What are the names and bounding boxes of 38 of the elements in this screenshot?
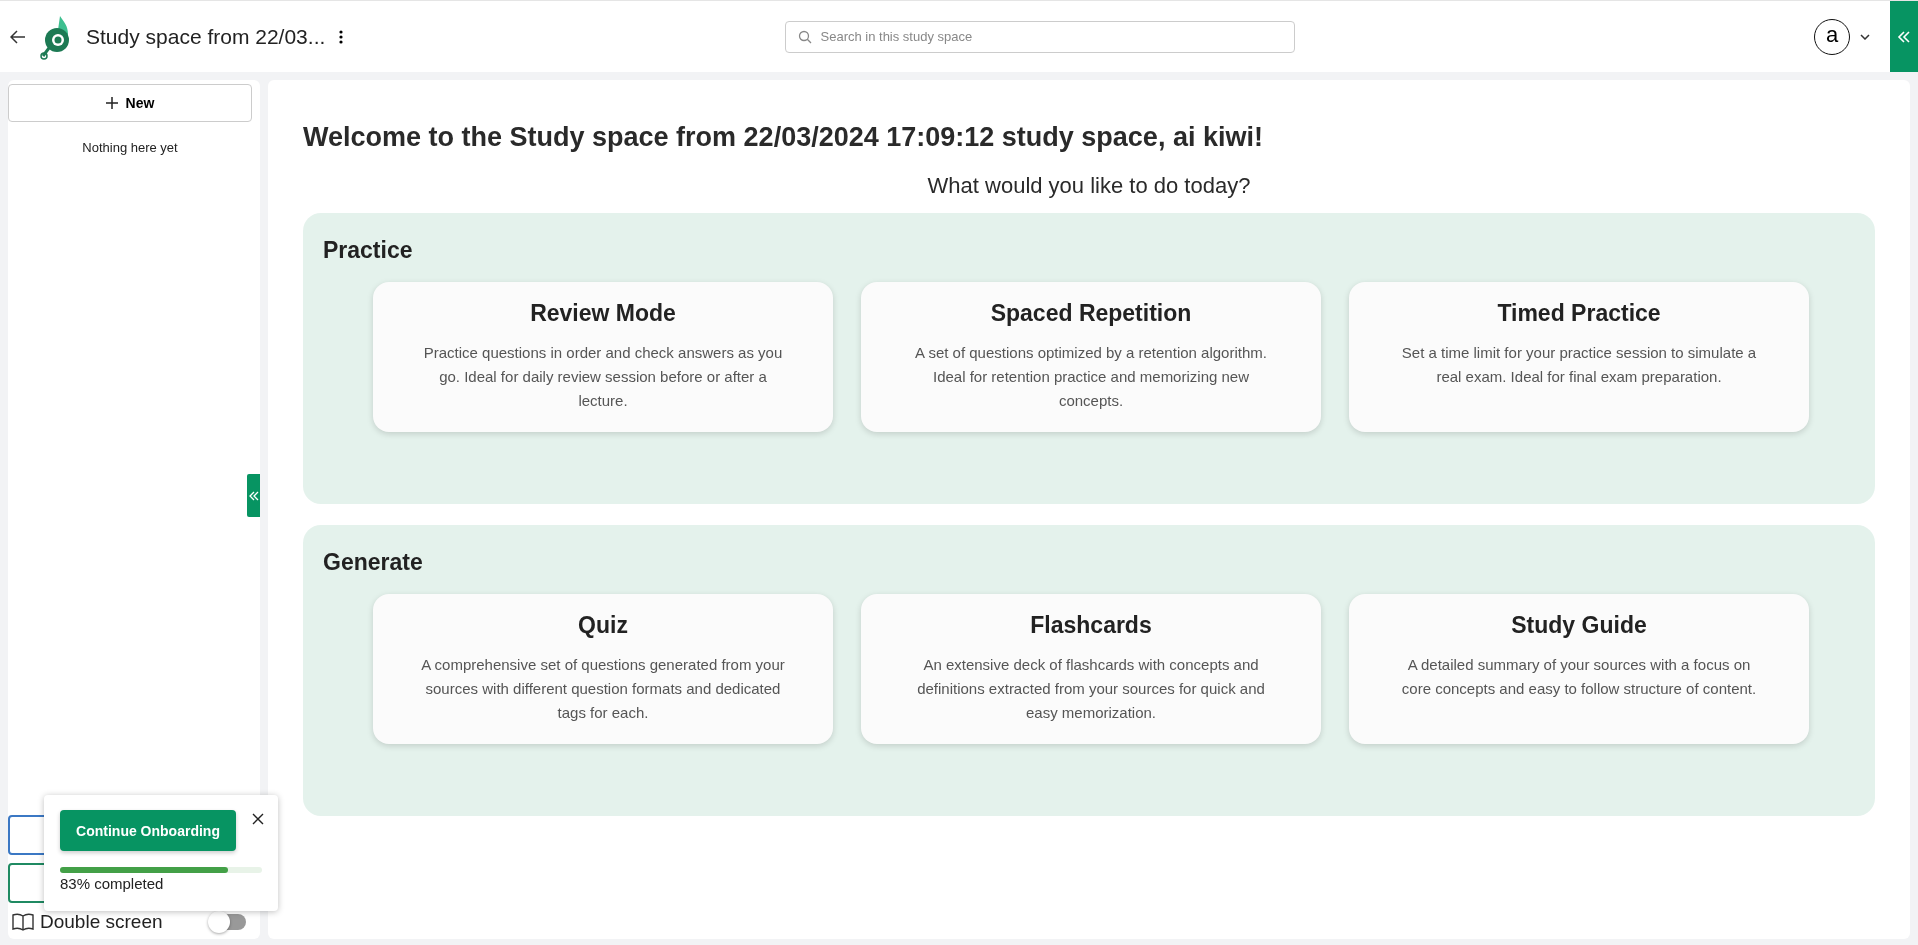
card-description: A set of questions optimized by a retention algorithm. Ideal for retention practice and memorizing new concepts. (914, 343, 1268, 411)
prompt-text: What would you like to do today? (926, 173, 1252, 199)
double-screen-toggle[interactable] (210, 914, 246, 930)
option-card[interactable]: Quiz A comprehensive set of questions generated from your sources with different question formats and dedicated tags for each. (373, 594, 833, 744)
double-chevron-left-icon (1897, 30, 1911, 43)
card-title: Spaced Repetition (990, 300, 1192, 327)
user-avatar[interactable]: a (1814, 18, 1850, 55)
double-screen-label: Double screen (40, 911, 164, 933)
option-card[interactable]: Spaced Repetition A set of questions optimized by a retention algorithm. Ideal for retention practice and memorizing new concepts. (861, 282, 1321, 432)
option-card[interactable]: Flashcards An extensive deck of flashcards with concepts and definitions extracted from your sources for quick and easy memorization. (861, 594, 1321, 744)
new-button[interactable]: New (8, 84, 252, 122)
progress-text: 83% completed (60, 875, 165, 892)
card-title: Flashcards (1030, 612, 1152, 639)
card-description: An extensive deck of flashcards with concepts and definitions extracted from your sources for quick and easy memorization. (916, 655, 1266, 723)
search-field[interactable]: Search in this study space (784, 20, 1295, 53)
book-icon (12, 913, 34, 931)
welcome-heading: Welcome to the Study space from 22/03/2024 17:09:12 study space, ai kiwi! (303, 122, 1264, 153)
card-description: Practice questions in order and check answers as you go. Ideal for daily review session before or after a lecture. (422, 343, 784, 411)
close-icon[interactable] (250, 811, 266, 827)
plus-icon (105, 97, 118, 109)
empty-state-text: Nothing here yet (81, 140, 179, 155)
option-card[interactable]: Timed Practice Set a time limit for your practice session to simulate a real exam. Ideal for final exam preparation. (1349, 282, 1809, 432)
card-title: Review Mode (530, 300, 676, 327)
study-space-title: Study space from 22/03... (86, 24, 326, 49)
section-title: Generate (323, 549, 424, 576)
double-chevron-left-icon (248, 490, 259, 501)
card-description: A detailed summary of your sources with a focus on core concepts and easy to follow structure of content. (1400, 655, 1758, 699)
continue-onboarding-button[interactable]: Continue Onboarding (60, 810, 236, 851)
card-description: A comprehensive set of questions generated from your sources with different question formats and dedicated tags for each. (420, 655, 786, 723)
section-title: Practice (323, 237, 414, 264)
card-title: Timed Practice (1497, 300, 1661, 327)
option-card[interactable]: Study Guide A detailed summary of your sources with a focus on core concepts and easy to follow structure of content. (1349, 594, 1809, 744)
card-description: Set a time limit for your practice session to simulate a real exam. Ideal for final exam preparation. (1400, 343, 1758, 387)
card-title: Study Guide (1511, 612, 1647, 639)
collapse-sidebar-button[interactable] (247, 474, 260, 517)
card-title: Quiz (578, 612, 628, 639)
option-card[interactable]: Review Mode Practice questions in order and check answers as you go. Ideal for daily review session before or after a lecture. (373, 282, 833, 432)
search-icon (797, 29, 812, 44)
